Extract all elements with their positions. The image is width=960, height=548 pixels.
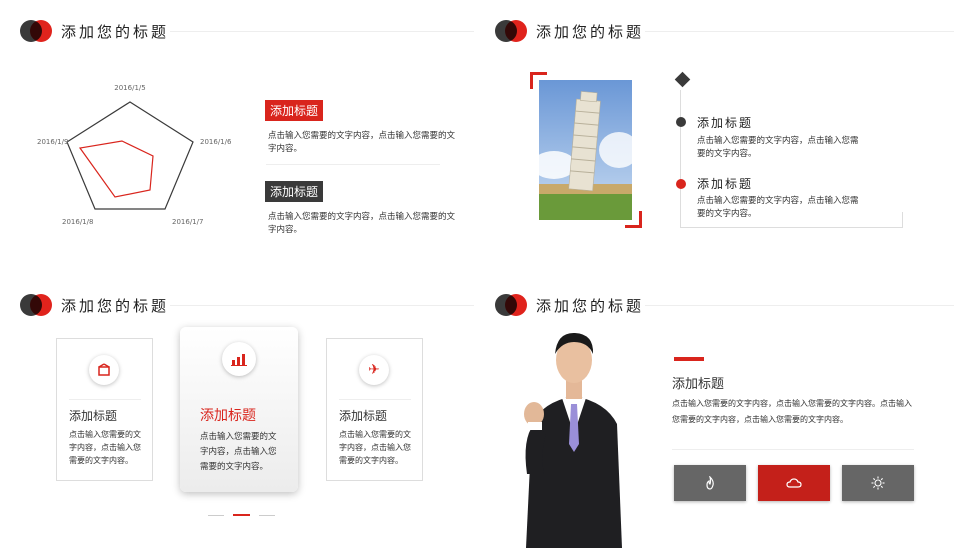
card-title: 添加标题 [200,408,256,424]
box-icon [89,355,119,385]
sun-button[interactable] [842,465,914,501]
item-tag-red: 添加标题 [265,100,324,121]
feature-card[interactable]: ✈ 添加标题 点击输入您需要的文字内容，点击输入您需要的文字内容。 [326,338,423,481]
fire-button[interactable] [674,465,746,501]
radar-label-1: 2016/1/5 [114,84,145,92]
card-title: 添加标题 [69,409,118,423]
card-text: 点击输入您需要的文字内容，点击输入您需要的文字内容。 [339,430,411,465]
item-title: 添加标题 [697,116,754,130]
radar-label-4: 2016/1/8 [62,218,93,226]
logo-icon [495,294,527,316]
logo-icon [20,20,52,42]
item-text: 点击输入您需要的文字内容，点击输入您需要的文字内容。 [268,131,456,154]
slide-header: 添加您的标题 [20,18,480,44]
slide-header: 添加您的标题 [495,18,960,44]
item-text: 点击输入您需要的文字内容，点击输入您需要的文字内容。 [268,212,456,235]
card-text: 点击输入您需要的文字内容，点击输入您需要的文字内容。 [69,430,141,465]
item-text: 点击输入您需要的文字内容，点击输入您需要的文字内容。 [697,136,859,159]
slide-header: 添加您的标题 [495,292,960,318]
card-title: 添加标题 [339,409,388,423]
slide-tower: 添加您的标题 添加标题 点击输入您需要的文字内容，点击输入您需要的文字内容。 添… [480,0,960,274]
section-heading: 添加标题 [672,377,725,392]
item-tag-dark: 添加标题 [265,181,324,202]
item-title: 添加标题 [697,177,754,191]
slide-cards: 添加您的标题 添加标题 点击输入您需要的文字内容，点击输入您需要的文字内容。 添… [0,274,480,548]
logo-icon [495,20,527,42]
timeline-line [680,90,681,228]
slide-title: 添加您的标题 [536,297,645,315]
sun-icon [871,476,885,490]
cloud-button[interactable] [758,465,830,501]
slide-title: 添加您的标题 [61,23,170,41]
slide-radar: 添加您的标题 2016/1/5 2016/1/6 2016/1/7 2016/1… [0,0,480,274]
feature-card-active[interactable]: 添加标题 点击输入您需要的文字内容，点击输入您需要的文字内容。 [180,327,298,492]
item-text: 点击输入您需要的文字内容，点击输入您需要的文字内容。 [697,196,859,219]
timeline-dot-red [676,179,686,189]
radar-label-3: 2016/1/7 [172,218,203,226]
radar-label-2: 2016/1/6 [200,138,232,146]
divider [645,31,954,32]
leaning-tower-photo [539,80,632,220]
diamond-marker [674,71,691,88]
timeline-line [902,212,903,228]
card-text: 点击输入您需要的文字内容，点击输入您需要的文字内容。 [200,432,277,472]
accent-bar [674,357,704,361]
businessman-photo [524,332,622,548]
page-indicator[interactable] [208,515,224,516]
divider [645,305,954,306]
fire-icon [706,476,714,490]
divider [266,164,440,165]
radar-label-5: 2016/1/9 [37,138,68,146]
page-indicator[interactable] [259,515,275,516]
radar-series-red [78,140,154,198]
page-indicator-active[interactable] [233,514,250,516]
timeline-line [680,227,902,228]
slide-title: 添加您的标题 [61,297,170,315]
timeline-dot-dark [676,117,686,127]
divider [170,305,474,306]
airplane-icon: ✈ [359,355,389,385]
bar-chart-icon [222,342,256,376]
section-text: 点击输入您需要的文字内容，点击输入您需要的文字内容。点击输入您需要的文字内容，点… [672,399,912,424]
slide-person: 添加您的标题 添加标题 点击输入您需要的文字内容，点击输入您需要的文字内容。点击… [480,274,960,548]
logo-icon [20,294,52,316]
radar-chart: 2016/1/5 2016/1/6 2016/1/7 2016/1/8 2016… [37,84,232,226]
slide-header: 添加您的标题 [20,292,480,318]
cloud-icon [786,478,802,488]
divider [672,449,914,450]
feature-card[interactable]: 添加标题 点击输入您需要的文字内容，点击输入您需要的文字内容。 [56,338,153,481]
divider [170,31,474,32]
slide-title: 添加您的标题 [536,23,645,41]
